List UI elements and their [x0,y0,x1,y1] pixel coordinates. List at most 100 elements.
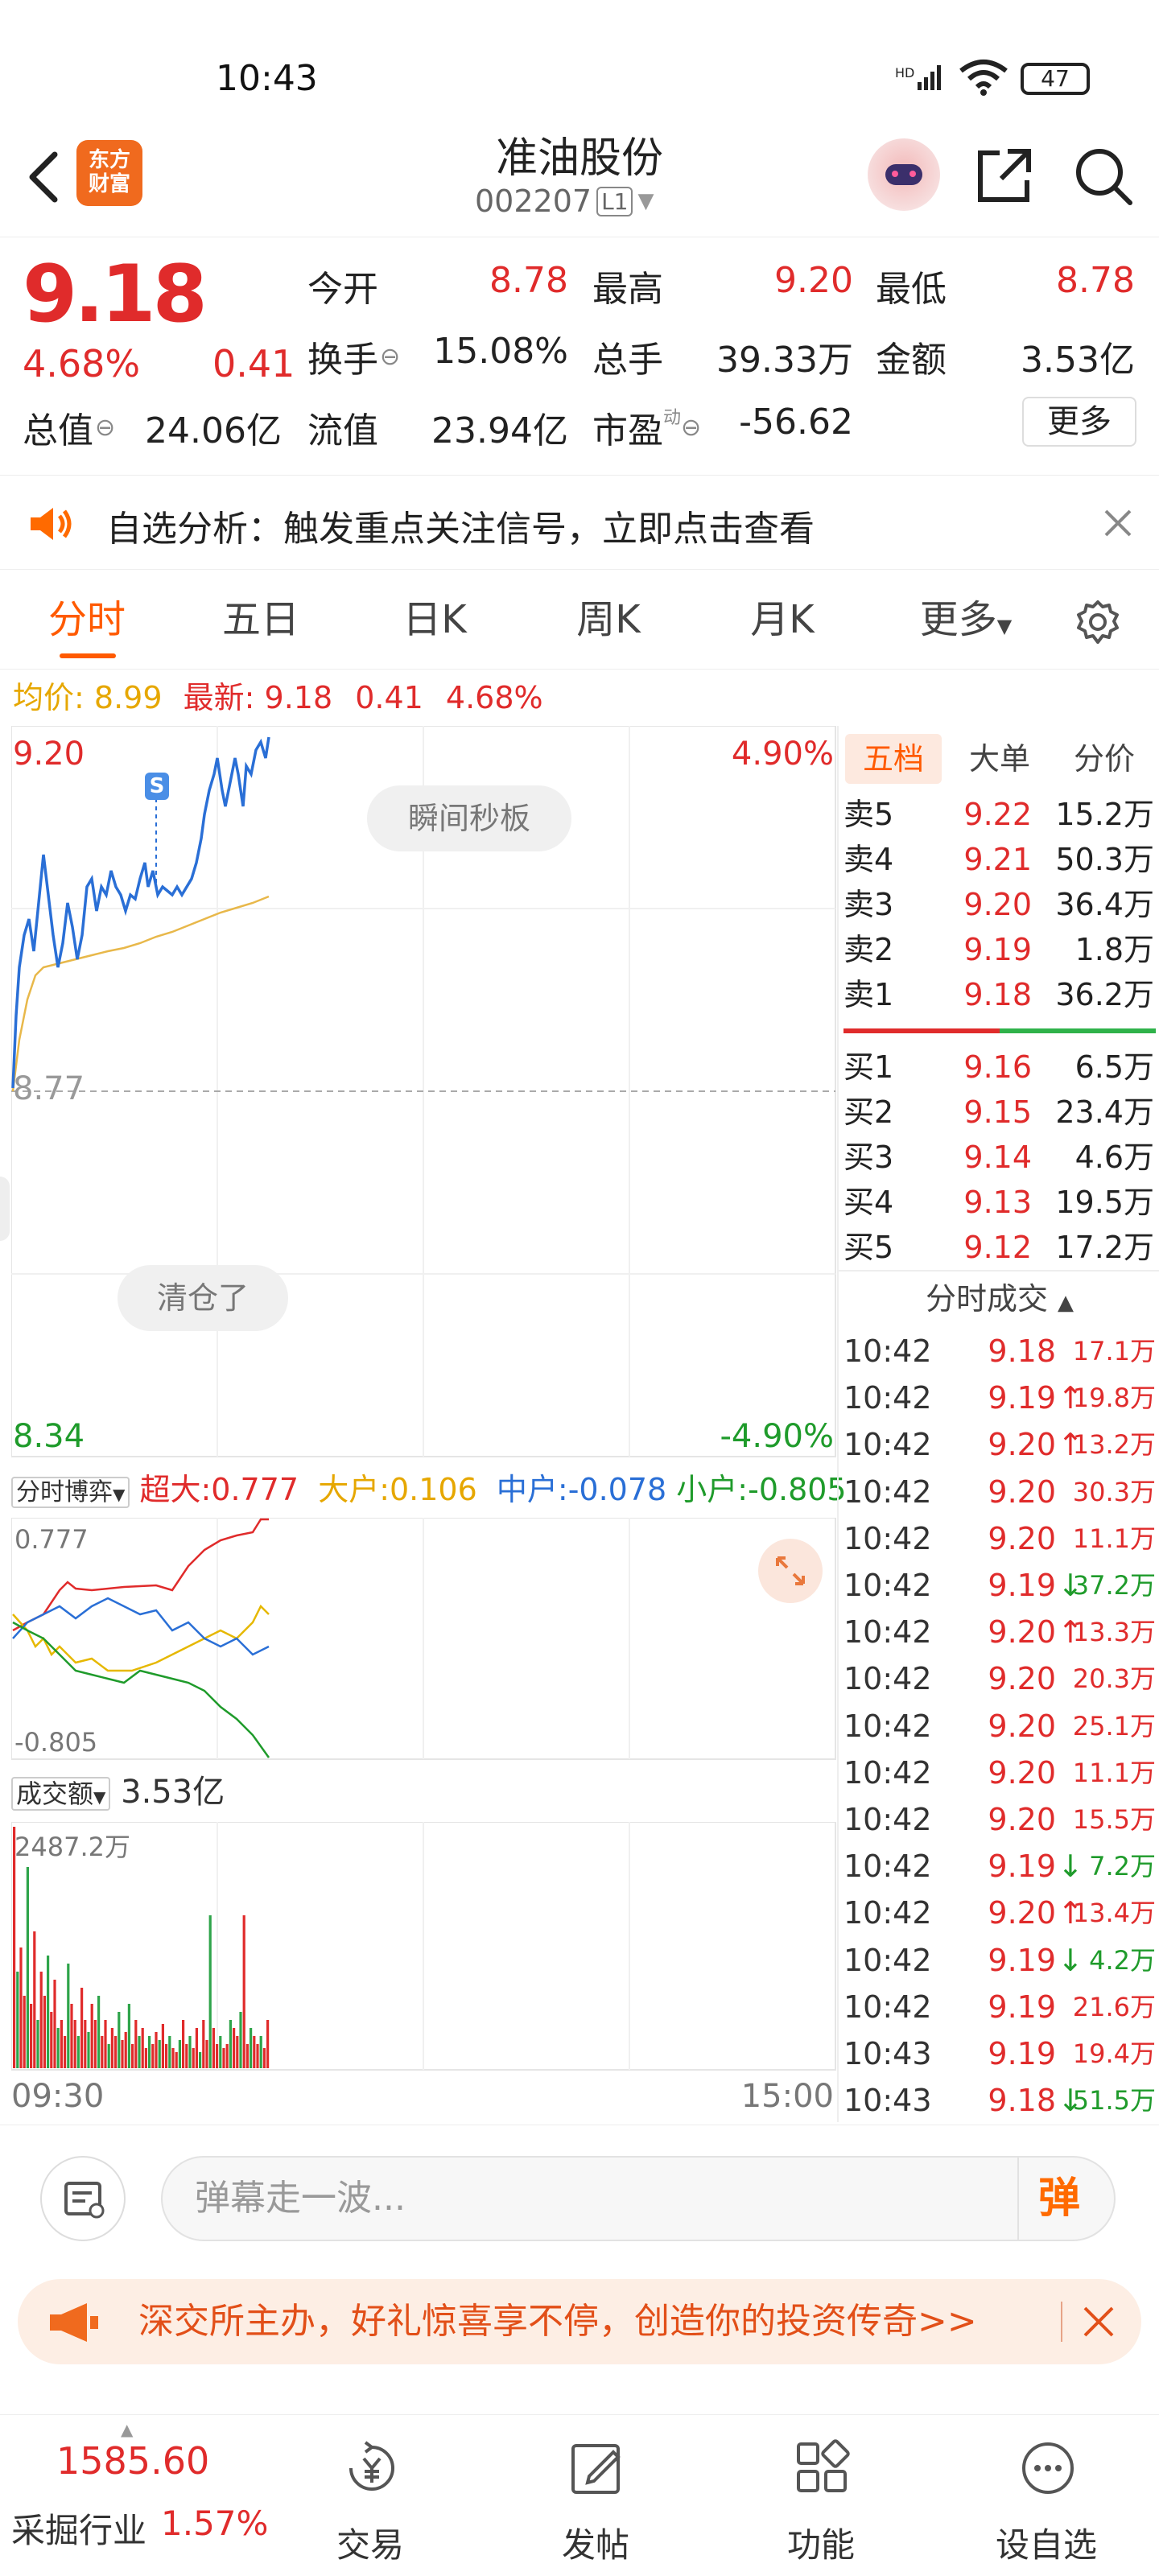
tick-time: 10:42 [843,1614,932,1651]
more-button[interactable]: 更多 [1022,397,1136,447]
buy-level-row[interactable]: 买1 9.16 6.5万 [839,1045,1159,1090]
tab-five-day[interactable]: 五日 [196,570,325,670]
turnover-value: 15.08% [433,331,568,372]
comments-icon[interactable] [40,2156,126,2241]
sell-level-row[interactable]: 卖5 9.22 15.2万 [839,792,1159,837]
volume-bar [178,2040,181,2068]
tab-big-orders[interactable]: 大单 [951,734,1048,784]
tick-row: 10:42 9.20 15.5万 [839,1796,1159,1843]
tick-time: 10:43 [843,2083,932,2119]
back-button[interactable] [16,145,72,209]
tick-time: 10:42 [843,1661,932,1697]
danmu-send-button[interactable]: 弹 [1038,2158,1080,2240]
app-logo-text: 东方财富 [88,148,130,196]
mktcap-label-group[interactable]: 总值 ⊖ [23,402,115,453]
tab-weekly-k[interactable]: 周K [544,570,673,670]
buy-level-row[interactable]: 买4 9.13 19.5万 [839,1180,1159,1225]
sell-level-price: 9.20 [963,887,1032,922]
tab-daily-k[interactable]: 日K [370,570,499,670]
tab-more-label: 更多 [919,597,997,642]
danmu-input-bar: 弹幕走一波... 弹 [0,2125,1159,2269]
volume-bar [171,2048,175,2068]
pe-label-group[interactable]: 市盈动 ⊖ [592,402,701,453]
tick-volume: 17.1万 [1072,1336,1156,1366]
robot-avatar-icon[interactable] [868,138,940,211]
latest-change: 0.41 [355,680,423,715]
tick-price: 9.20 [988,1661,1056,1697]
chart-min-price: 8.34 [13,1418,85,1455]
ticks-list[interactable]: 10:42 9.18 17.1万 10:42 9.19 ↑ 19.8万 10:42 9.20 ↑ 1… [839,1328,1159,2125]
tick-row: 10:42 9.19 21.6万 [839,1984,1159,2030]
sell-level-row[interactable]: 卖3 9.20 36.4万 [839,882,1159,927]
game-selector[interactable]: 分时博弈▼ [11,1477,130,1508]
intraday-chart-area[interactable]: S 9.20 4.90% 8.77 8.34 -4.90% 瞬间秒板 清仓了 分… [0,726,847,2122]
info-icon: ⊖ [95,413,116,442]
sell-level-volume: 15.2万 [1055,797,1154,832]
close-icon[interactable] [1098,503,1138,543]
tab-monthly-k[interactable]: 月K [718,570,847,670]
tick-row: 10:42 9.20 ↑ 13.4万 [839,1890,1159,1936]
mktcap-value: 24.06亿 [145,410,282,451]
caret-down-icon: ▼ [113,1485,126,1504]
side-handle[interactable] [0,1177,10,1241]
divider [839,1270,1159,1272]
bubble-clear-position[interactable]: 清仓了 [118,1265,288,1331]
sell-level-price: 9.22 [963,797,1032,832]
volume-bar [165,2044,168,2068]
nav-trade[interactable]: 交易 [290,2415,451,2576]
promo-banner[interactable]: 深交所主办，好礼惊喜享不停，创造你的投资传奇>> [18,2279,1141,2364]
nav-functions[interactable]: 功能 [740,2415,901,2576]
volume-bar [93,2020,97,2068]
danmu-input[interactable]: 弹幕走一波... 弹 [161,2156,1116,2241]
volume-bar [73,2020,76,2068]
search-icon[interactable] [1070,143,1135,208]
tick-volume: 15.5万 [1072,1804,1156,1835]
expand-icon[interactable] [758,1539,823,1603]
volume-bar [60,2020,63,2068]
volume-bar [185,2044,188,2068]
ticks-header[interactable]: 分时成交 ▲ [839,1276,1159,1321]
volume-selector[interactable]: 成交额▼ [11,1777,111,1811]
tick-volume: 21.6万 [1072,1991,1156,2022]
bubble-instant-limit[interactable]: 瞬间秒板 [367,785,571,851]
mktcap-label: 总值 [23,410,93,451]
volume-bar [192,2048,195,2068]
volume-bar [144,2048,147,2068]
sell-level-row[interactable]: 卖4 9.21 50.3万 [839,837,1159,882]
sell-level-row[interactable]: 卖1 9.18 36.2万 [839,972,1159,1017]
industry-index[interactable]: ▲ 1585.60 采掘行业 1.57% [0,2415,274,2576]
chart-max-price: 9.20 [13,736,85,773]
buy-level-volume: 6.5万 [1074,1049,1154,1085]
buy-level-row[interactable]: 买2 9.15 23.4万 [839,1090,1159,1135]
volume-bar [84,2020,87,2068]
volume-bar [141,2028,144,2068]
tab-price-distribution[interactable]: 分价 [1056,734,1153,784]
tick-row: 10:42 9.19 ↓ 7.2万 [839,1843,1159,1890]
buy-level-row[interactable]: 买5 9.12 17.2万 [839,1225,1159,1270]
nav-post[interactable]: 发帖 [515,2415,676,2576]
close-icon[interactable] [1079,2302,1119,2342]
volume-bar [239,2012,242,2068]
buy-level-volume: 17.2万 [1055,1230,1154,1265]
tab-more[interactable]: 更多▼ [901,570,1030,670]
buy-level-row[interactable]: 买3 9.14 4.6万 [839,1135,1159,1180]
stock-code-row[interactable]: 002207 L1 ▼ [475,183,684,219]
volume-bar [161,2024,164,2068]
change-pct: 4.68% [23,342,141,385]
volume-bar [155,2032,158,2068]
turnover-label-group[interactable]: 换手 ⊖ [307,331,400,382]
settings-gear-icon[interactable] [1074,599,1122,647]
nav-add-watchlist[interactable]: 设自选 [966,2415,1127,2576]
volume-bar [26,1867,29,2068]
mid-label: 中户: [496,1472,568,1507]
sell-level-row[interactable]: 卖2 9.19 1.8万 [839,927,1159,972]
tab-five-levels[interactable]: 五档 [845,734,942,784]
notice-bar[interactable]: 自选分析：触发重点关注信号，立即点击查看 [0,475,1159,570]
share-icon[interactable] [972,143,1037,208]
volume-bar [110,2028,113,2068]
small-value: -0.805 [748,1472,847,1507]
nav-add-watchlist-label: 设自选 [995,2525,1097,2565]
tick-row: 10:42 9.19 ↓ 4.2万 [839,1937,1159,1984]
tick-price: 9.18 [988,2083,1056,2119]
buy-strength-bar [1000,1028,1156,1033]
